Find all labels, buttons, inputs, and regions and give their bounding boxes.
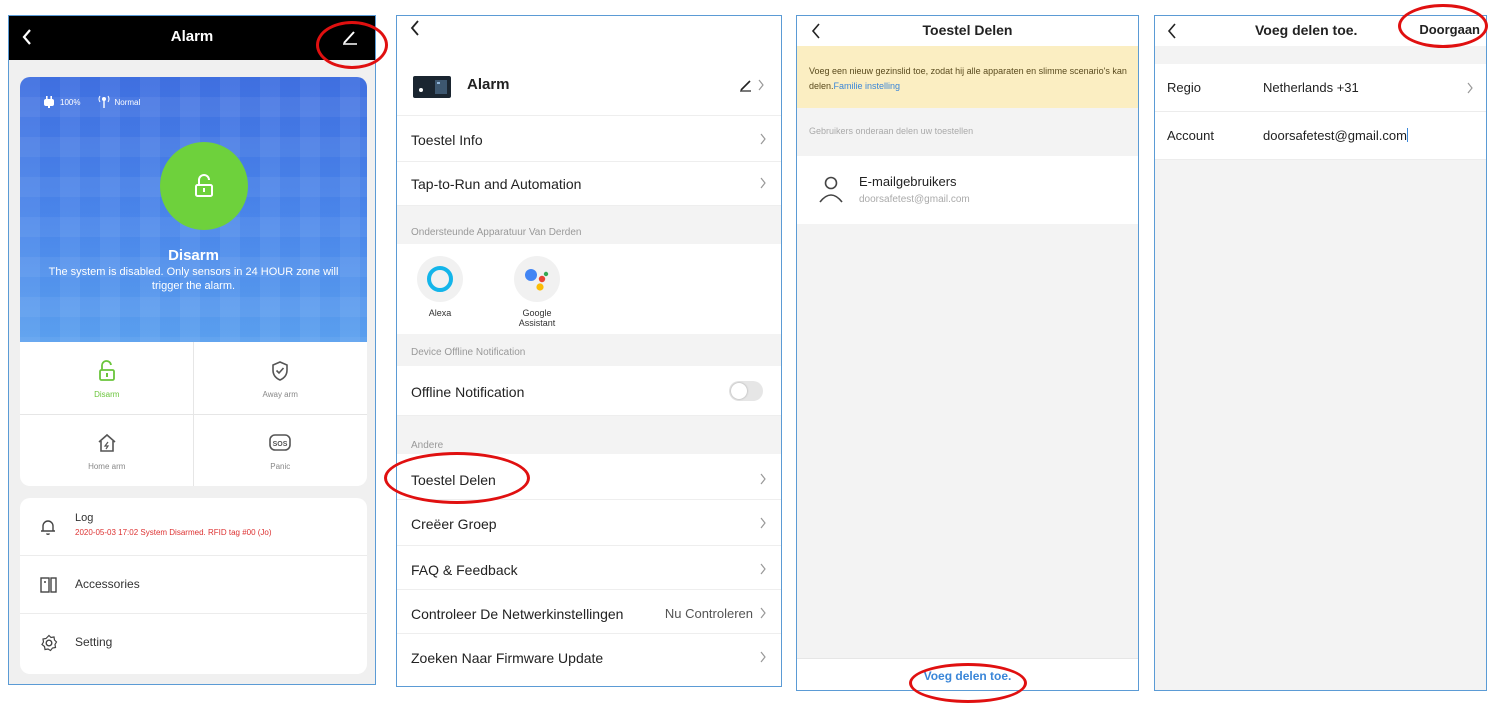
- screenshot-frame: [8, 15, 376, 685]
- screenshot-frame: [796, 15, 1139, 691]
- screenshot-frame: [396, 15, 782, 687]
- screenshot-frame: [1154, 15, 1487, 691]
